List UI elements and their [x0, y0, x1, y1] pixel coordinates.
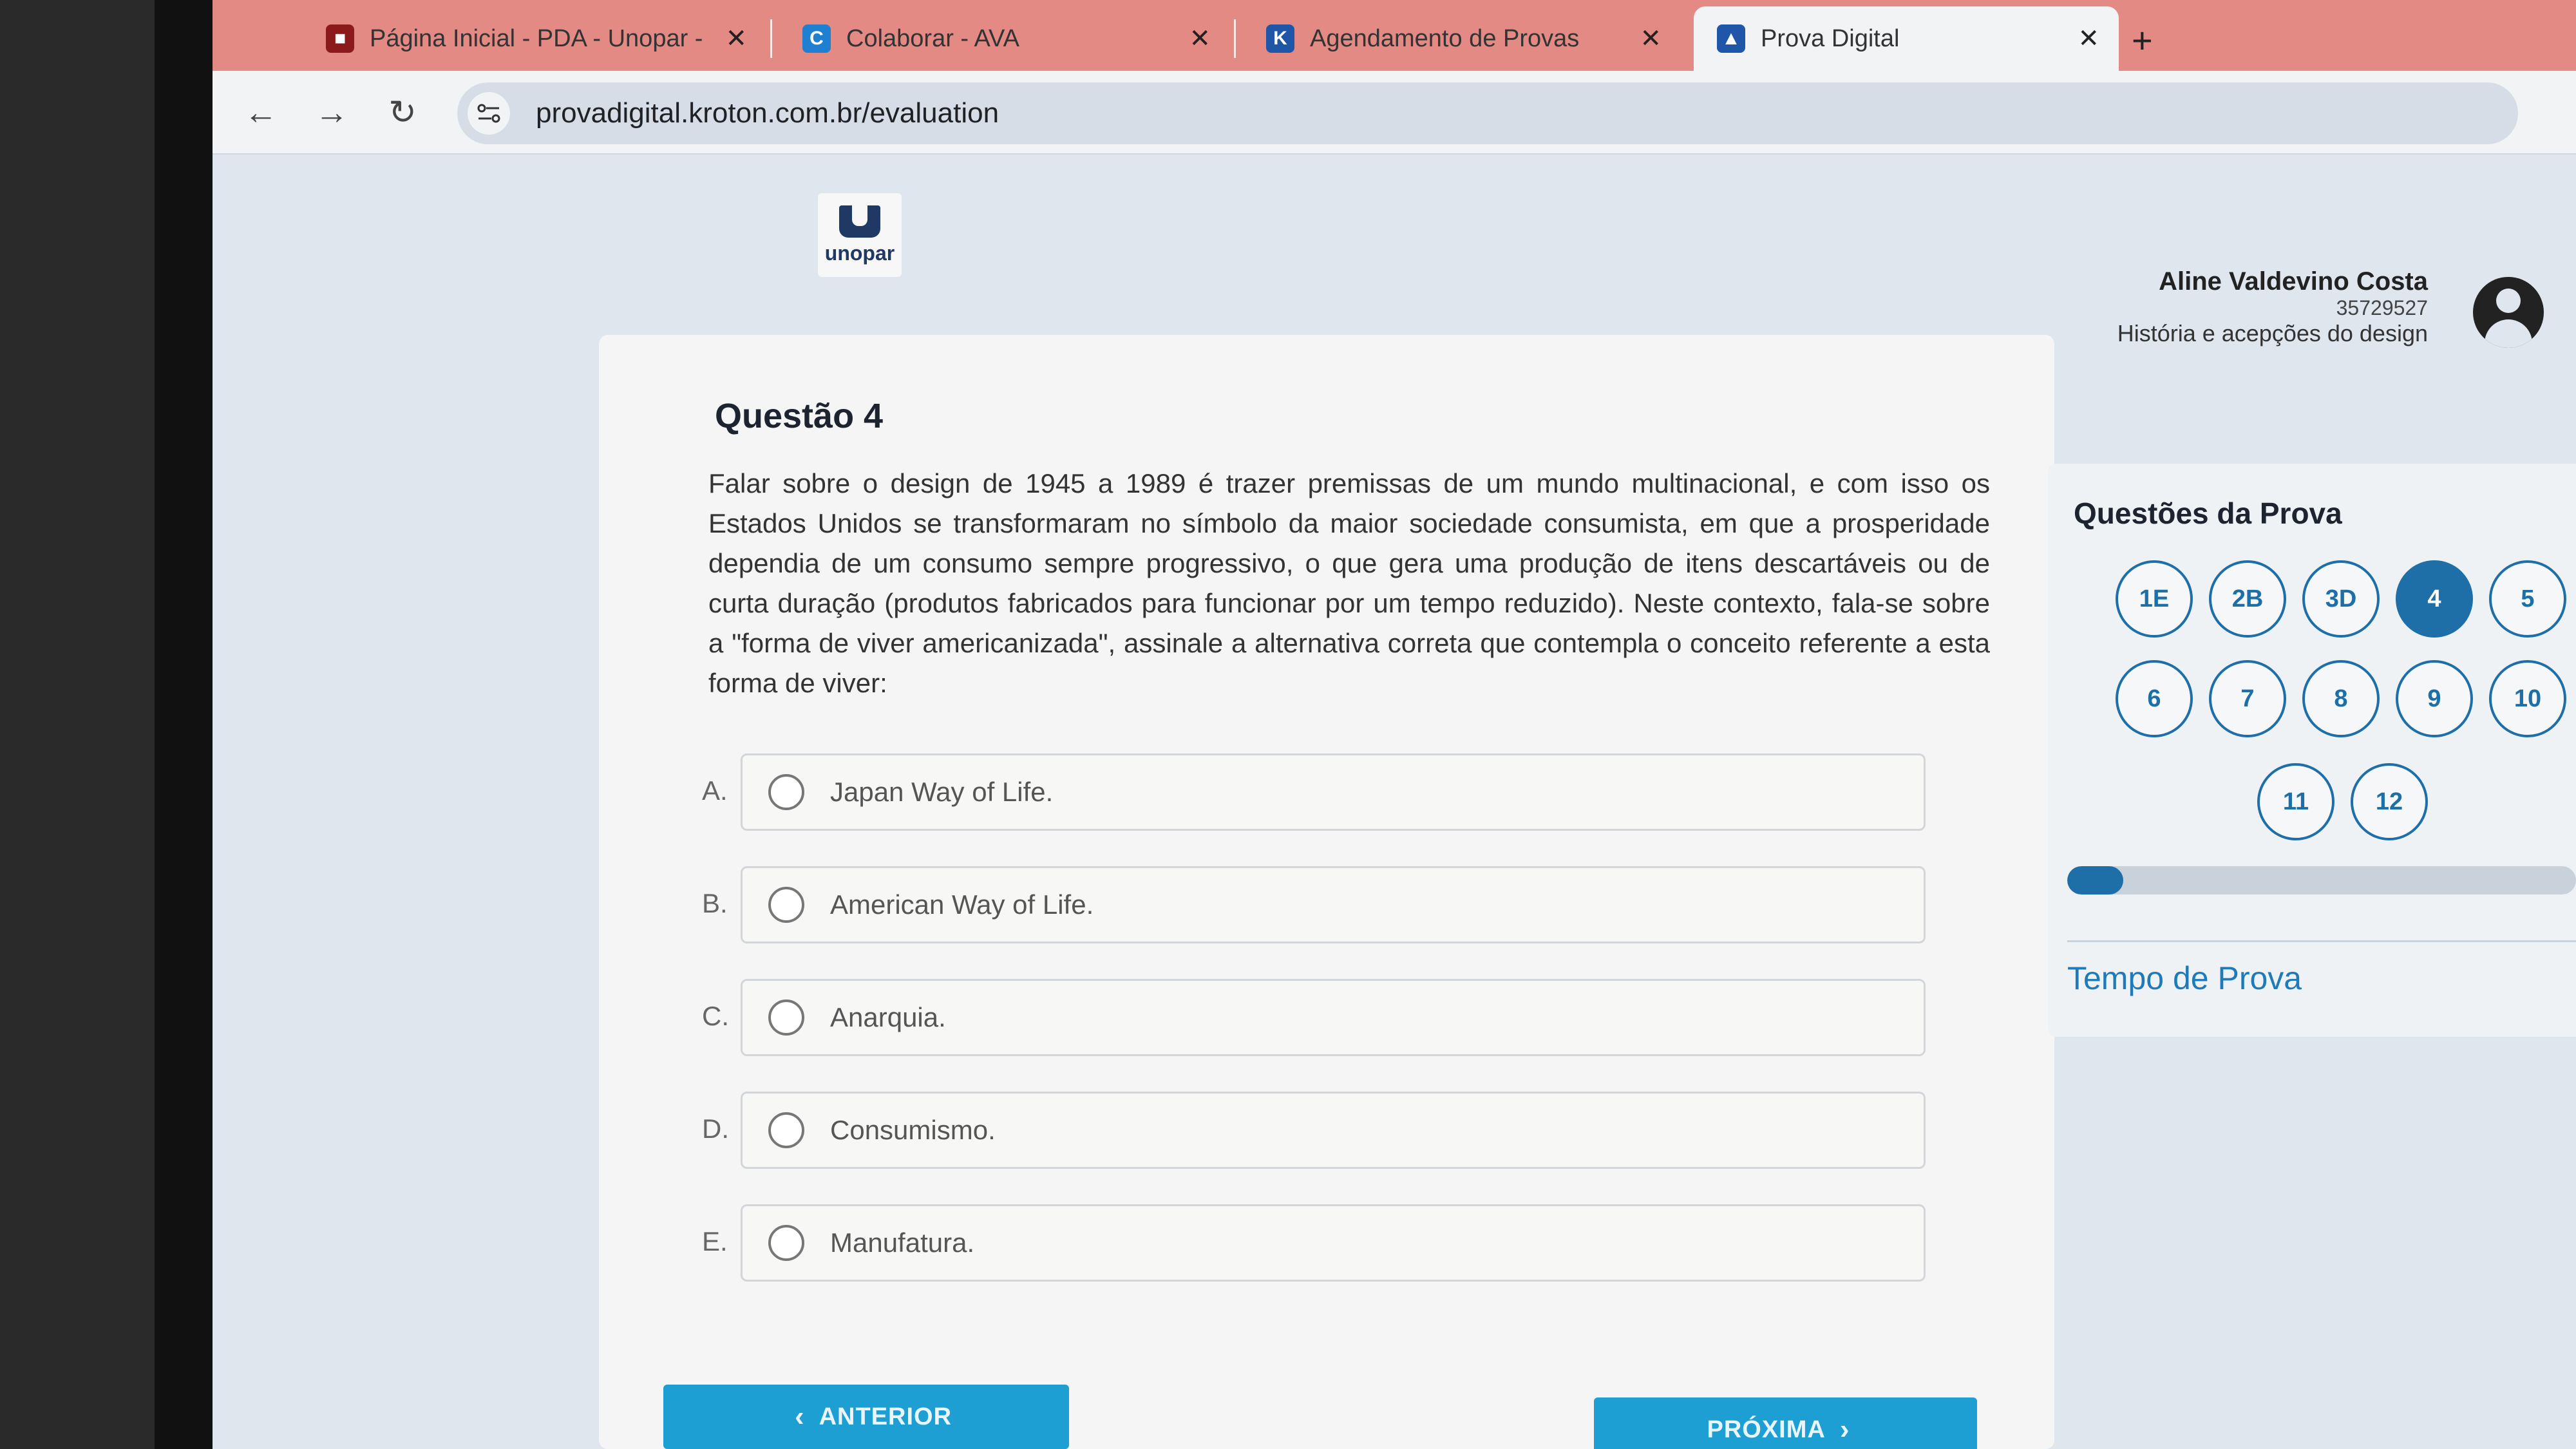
- unopar-logo-icon: [839, 205, 880, 238]
- browser-toolbar: ← → ↻ provadigital.kroton.com.br/evaluat…: [0, 71, 2576, 155]
- browser-tab-bar: ■ Página Inicial - PDA - Unopar - ✕ C Co…: [0, 0, 2576, 71]
- radio-button[interactable]: [768, 999, 804, 1036]
- tab-colaborar[interactable]: C Colaborar - AVA ✕: [779, 6, 1230, 71]
- tab-prova-digital[interactable]: ▲ Prova Digital ✕: [1694, 6, 2119, 71]
- close-tab-icon[interactable]: ✕: [725, 24, 747, 53]
- next-button[interactable]: PRÓXIMA ›: [1594, 1397, 1977, 1449]
- tab-title: Página Inicial - PDA - Unopar -: [370, 24, 703, 52]
- tab-title: Prova Digital: [1761, 24, 1900, 52]
- divider: [2067, 940, 2576, 942]
- option-label: Manufatura.: [830, 1227, 975, 1258]
- option-a[interactable]: A. Japan Way of Life.: [702, 753, 1926, 831]
- forward-arrow-icon[interactable]: →: [309, 90, 354, 135]
- question-button-8[interactable]: 8: [2302, 660, 2380, 737]
- user-info: Aline Valdevino Costa 35729527 História …: [2117, 267, 2428, 347]
- new-tab-button[interactable]: +: [2132, 19, 2153, 61]
- kroton-favicon-icon: K: [1266, 24, 1294, 53]
- progress-fill: [2067, 866, 2123, 895]
- exam-timer-label: Tempo de Prova: [2067, 960, 2302, 996]
- radio-button[interactable]: [768, 1225, 804, 1261]
- radio-button[interactable]: [768, 887, 804, 923]
- option-letter: A.: [702, 775, 728, 806]
- close-tab-icon[interactable]: ✕: [2078, 24, 2099, 53]
- question-button-7[interactable]: 7: [2209, 660, 2286, 737]
- question-button-11[interactable]: 11: [2257, 763, 2334, 840]
- tab-title: Colaborar - AVA: [846, 24, 1019, 52]
- option-box[interactable]: Manufatura.: [741, 1204, 1926, 1282]
- option-letter: E.: [702, 1226, 728, 1256]
- option-box[interactable]: Consumismo.: [741, 1092, 1926, 1169]
- option-d[interactable]: D. Consumismo.: [702, 1092, 1926, 1169]
- question-button-3[interactable]: 3D: [2302, 560, 2380, 638]
- questions-panel-title: Questões da Prova: [2074, 497, 2342, 530]
- radio-button[interactable]: [768, 1112, 804, 1148]
- page-header: unopar Aline Valdevino Costa 35729527 Hi…: [213, 155, 2576, 348]
- question-title: Questão 4: [715, 397, 884, 435]
- back-arrow-icon[interactable]: ←: [238, 90, 283, 135]
- colaborar-favicon-icon: C: [802, 24, 831, 53]
- next-label: PRÓXIMA: [1707, 1416, 1826, 1443]
- question-button-4-current[interactable]: 4: [2396, 560, 2473, 638]
- reload-icon[interactable]: ↻: [380, 90, 425, 135]
- exam-progress-bar: [2067, 866, 2576, 895]
- graduation-cap-icon: ▲: [1717, 24, 1745, 53]
- option-letter: B.: [702, 888, 728, 918]
- option-e[interactable]: E. Manufatura.: [702, 1204, 1926, 1282]
- url-text[interactable]: provadigital.kroton.com.br/evaluation: [536, 97, 999, 129]
- close-tab-icon[interactable]: ✕: [1640, 24, 1662, 53]
- question-button-1[interactable]: 1E: [2116, 560, 2193, 638]
- question-button-12[interactable]: 12: [2351, 763, 2428, 840]
- question-text: Falar sobre o design de 1945 a 1989 é tr…: [708, 468, 1990, 698]
- unopar-logo: unopar: [818, 193, 902, 277]
- tab-title: Agendamento de Provas: [1310, 24, 1580, 52]
- tab-pda-unopar[interactable]: ■ Página Inicial - PDA - Unopar - ✕: [303, 6, 766, 71]
- tab-separator: [1234, 19, 1236, 58]
- option-label: Consumismo.: [830, 1115, 996, 1145]
- previous-label: ANTERIOR: [819, 1403, 952, 1430]
- screen-bezel: [0, 0, 213, 1449]
- option-box[interactable]: American Way of Life.: [741, 866, 1926, 943]
- address-bar[interactable]: provadigital.kroton.com.br/evaluation: [457, 82, 2518, 144]
- pda-favicon-icon: ■: [326, 24, 354, 53]
- course-name: História e acepções do design: [2117, 320, 2428, 346]
- user-name: Aline Valdevino Costa: [2159, 267, 2428, 296]
- option-letter: C.: [702, 1001, 729, 1031]
- user-avatar-icon[interactable]: [2473, 277, 2544, 348]
- option-label: American Way of Life.: [830, 889, 1094, 920]
- question-button-6[interactable]: 6: [2116, 660, 2193, 737]
- tab-agendamento[interactable]: K Agendamento de Provas ✕: [1243, 6, 1681, 71]
- site-settings-icon[interactable]: [468, 92, 510, 135]
- option-box[interactable]: Anarquia.: [741, 979, 1926, 1056]
- close-tab-icon[interactable]: ✕: [1189, 24, 1211, 53]
- previous-button[interactable]: ‹ ANTERIOR: [663, 1385, 1069, 1449]
- question-button-2[interactable]: 2B: [2209, 560, 2286, 638]
- option-label: Japan Way of Life.: [830, 777, 1054, 807]
- questions-panel: Questões da Prova 1E 2B 3D 4 5 6 7 8 9 1…: [2048, 464, 2576, 1037]
- question-button-5[interactable]: 5: [2489, 560, 2566, 638]
- chevron-left-icon: ‹: [794, 1401, 805, 1432]
- user-id: 35729527: [2336, 296, 2428, 319]
- option-b[interactable]: B. American Way of Life.: [702, 866, 1926, 943]
- chevron-right-icon: ›: [1839, 1414, 1850, 1445]
- question-button-9[interactable]: 9: [2396, 660, 2473, 737]
- option-box[interactable]: Japan Way of Life.: [741, 753, 1926, 831]
- radio-button[interactable]: [768, 774, 804, 810]
- tab-separator: [770, 19, 772, 58]
- question-button-10[interactable]: 10: [2489, 660, 2566, 737]
- option-letter: D.: [702, 1113, 729, 1144]
- question-card: Questão 4 Falar sobre o design de 1945 a…: [599, 335, 2054, 1449]
- option-c[interactable]: C. Anarquia.: [702, 979, 1926, 1056]
- option-label: Anarquia.: [830, 1002, 946, 1032]
- logo-text: unopar: [824, 241, 895, 265]
